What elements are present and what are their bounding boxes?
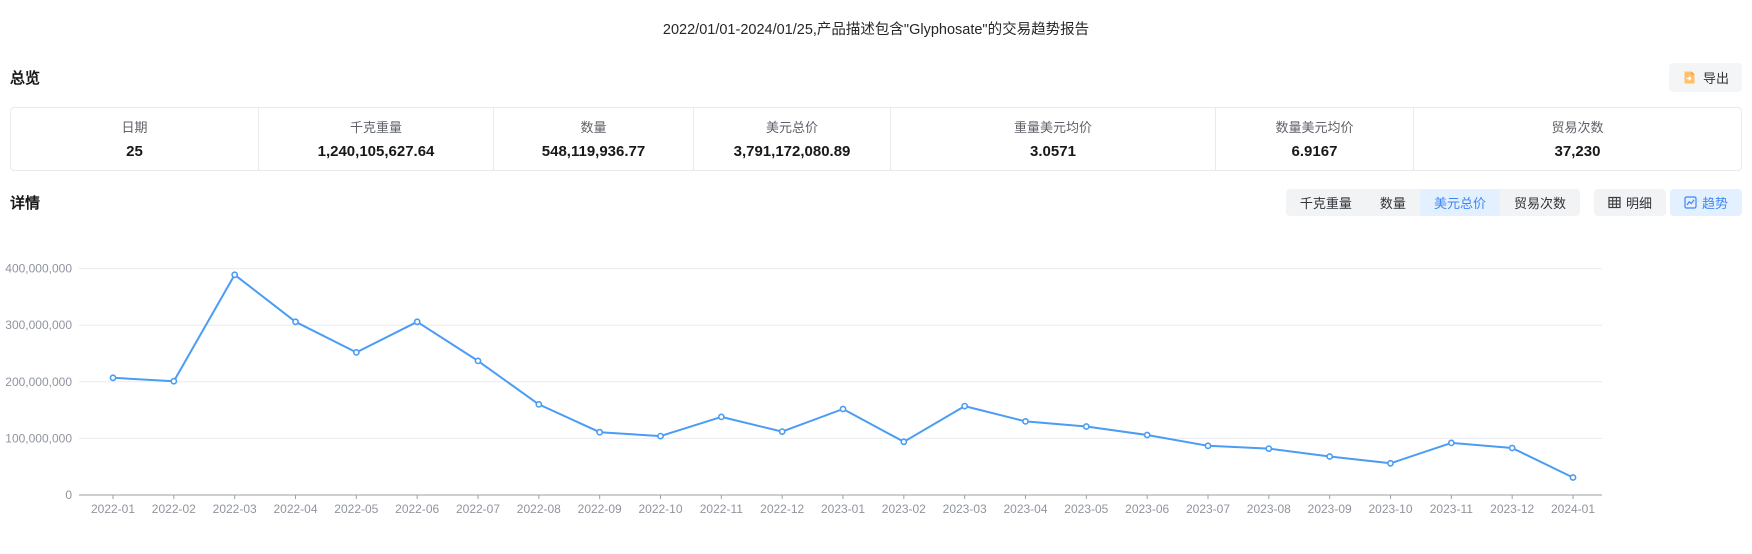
svg-text:2023-02: 2023-02	[882, 502, 926, 516]
stat-usd-total: 美元总价 3,791,172,080.89	[693, 108, 890, 170]
svg-text:2023-09: 2023-09	[1308, 502, 1352, 516]
svg-text:2022-01: 2022-01	[91, 502, 135, 516]
stat-value: 548,119,936.77	[494, 143, 693, 160]
details-header-row: 详情 千克重量 数量 美元总价 贸易次数 明细	[0, 189, 1752, 216]
export-button-label: 导出	[1703, 68, 1729, 87]
stat-value: 25	[11, 143, 258, 160]
stat-date: 日期 25	[11, 108, 258, 170]
svg-text:2022-03: 2022-03	[213, 502, 257, 516]
svg-text:400,000,000: 400,000,000	[5, 262, 72, 276]
metric-tab-quantity[interactable]: 数量	[1366, 189, 1420, 216]
svg-text:2023-07: 2023-07	[1186, 502, 1230, 516]
stat-label: 日期	[11, 117, 258, 136]
export-document-icon	[1682, 70, 1697, 85]
view-tab-group: 明细 趋势	[1594, 189, 1742, 216]
stat-usd-avg-by-weight: 重量美元均价 3.0571	[890, 108, 1215, 170]
svg-text:2022-07: 2022-07	[456, 502, 500, 516]
stat-value: 37,230	[1414, 143, 1741, 160]
svg-text:2023-05: 2023-05	[1064, 502, 1108, 516]
details-section-title: 详情	[10, 192, 40, 213]
svg-text:2023-10: 2023-10	[1368, 502, 1412, 516]
svg-text:100,000,000: 100,000,000	[5, 431, 72, 445]
svg-text:2022-04: 2022-04	[273, 502, 317, 516]
stat-trade-count: 贸易次数 37,230	[1413, 108, 1741, 170]
stat-label: 重量美元均价	[891, 117, 1215, 136]
overview-section-title: 总览	[10, 67, 40, 88]
stat-label: 数量美元均价	[1216, 117, 1413, 136]
stat-kg-weight: 千克重量 1,240,105,627.64	[258, 108, 493, 170]
view-tab-trend-label: 趋势	[1702, 193, 1728, 212]
view-tab-detail-label: 明细	[1626, 193, 1652, 212]
stat-value: 3.0571	[891, 143, 1215, 160]
svg-text:2022-02: 2022-02	[152, 502, 196, 516]
svg-text:2023-01: 2023-01	[821, 502, 865, 516]
table-icon	[1608, 196, 1621, 209]
page-title: 2022/01/01-2024/01/25,产品描述包含"Glyphosate"…	[0, 0, 1752, 39]
svg-text:2022-06: 2022-06	[395, 502, 439, 516]
metric-tab-group: 千克重量 数量 美元总价 贸易次数	[1286, 189, 1580, 216]
svg-text:2024-01: 2024-01	[1551, 502, 1595, 516]
svg-text:2022-11: 2022-11	[700, 502, 743, 516]
view-tab-trend[interactable]: 趋势	[1670, 189, 1742, 216]
stat-value: 6.9167	[1216, 143, 1413, 160]
svg-text:2023-06: 2023-06	[1125, 502, 1169, 516]
metric-tab-usd-total[interactable]: 美元总价	[1420, 189, 1500, 216]
stat-value: 1,240,105,627.64	[259, 143, 493, 160]
overview-stats-card: 日期 25 千克重量 1,240,105,627.64 数量 548,119,9…	[10, 107, 1742, 171]
stat-label: 贸易次数	[1414, 117, 1741, 136]
svg-text:2022-12: 2022-12	[760, 502, 804, 516]
svg-text:2023-04: 2023-04	[1003, 502, 1047, 516]
svg-text:300,000,000: 300,000,000	[5, 318, 72, 332]
metric-tab-trade-count[interactable]: 贸易次数	[1500, 189, 1580, 216]
svg-text:2023-12: 2023-12	[1490, 502, 1534, 516]
stat-value: 3,791,172,080.89	[694, 143, 890, 160]
stat-quantity: 数量 548,119,936.77	[493, 108, 693, 170]
svg-text:200,000,000: 200,000,000	[5, 375, 72, 389]
stat-label: 数量	[494, 117, 693, 136]
svg-text:0: 0	[65, 488, 72, 502]
trend-icon	[1684, 196, 1697, 209]
svg-text:2023-03: 2023-03	[943, 502, 987, 516]
trade-trend-report-page: 2022/01/01-2024/01/25,产品描述包含"Glyphosate"…	[0, 0, 1752, 554]
stat-label: 千克重量	[259, 117, 493, 136]
view-tab-detail[interactable]: 明细	[1594, 189, 1666, 216]
stat-label: 美元总价	[694, 117, 890, 136]
svg-text:2022-05: 2022-05	[334, 502, 378, 516]
metric-tab-kg-weight[interactable]: 千克重量	[1286, 189, 1366, 216]
svg-text:2023-11: 2023-11	[1430, 502, 1473, 516]
trend-line-chart[interactable]: 0 100,000,000 200,000,000 300,000,000 400,00…	[0, 224, 1752, 544]
overview-header-row: 总览 导出	[0, 63, 1752, 92]
details-controls: 千克重量 数量 美元总价 贸易次数 明细	[1286, 189, 1742, 216]
svg-text:2022-08: 2022-08	[517, 502, 561, 516]
svg-text:2022-09: 2022-09	[578, 502, 622, 516]
export-button[interactable]: 导出	[1669, 63, 1742, 92]
svg-text:2023-08: 2023-08	[1247, 502, 1291, 516]
svg-text:2022-10: 2022-10	[638, 502, 682, 516]
stat-usd-avg-by-quantity: 数量美元均价 6.9167	[1215, 108, 1413, 170]
